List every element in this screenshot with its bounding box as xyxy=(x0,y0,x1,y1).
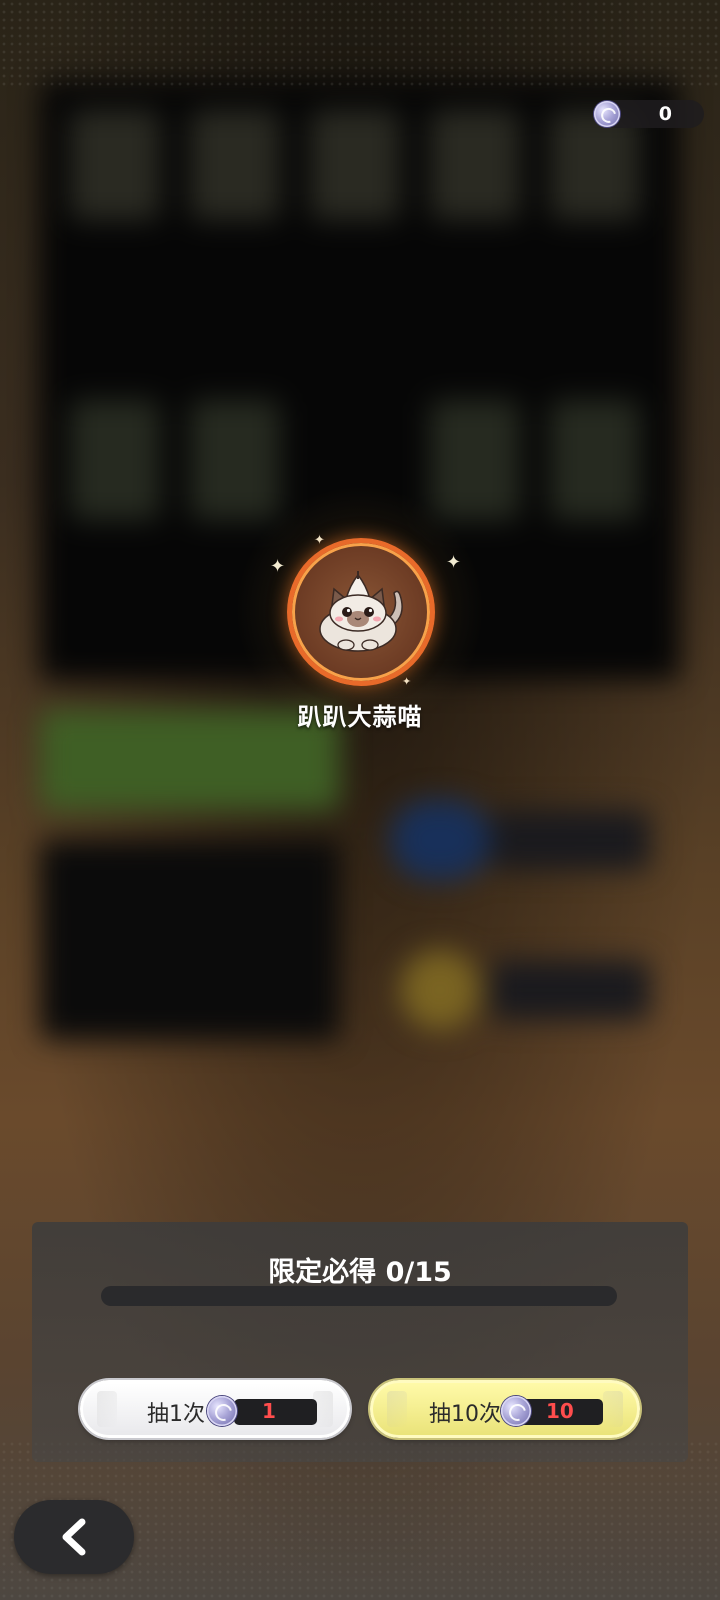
draw-ten-button[interactable]: 抽10次 10 xyxy=(370,1380,640,1438)
crystal-coin-icon xyxy=(207,1396,237,1426)
guarantee-progress-bar xyxy=(101,1286,617,1306)
reward-name: 趴趴大蒜喵 xyxy=(297,703,423,731)
draw-once-label: 抽1次 xyxy=(147,1402,205,1427)
draw-ten-label: 抽10次 xyxy=(429,1402,501,1427)
guarantee-label: 限定必得 0/15 xyxy=(268,1257,452,1288)
back-button[interactable] xyxy=(14,1500,134,1574)
draw-once-button[interactable]: 抽1次 1 xyxy=(80,1380,350,1438)
button-decoration xyxy=(97,1391,117,1427)
crystal-coin-icon xyxy=(501,1396,531,1426)
draw-once-cost: 1 xyxy=(234,1399,317,1425)
draw-ten-cost-value: 10 xyxy=(546,1399,574,1423)
crystal-coin-icon xyxy=(594,101,620,127)
sparkle-icon: ✦ xyxy=(270,556,286,577)
sparkle-icon: ✦ xyxy=(402,675,412,688)
reward-item xyxy=(287,538,435,686)
chevron-left-icon xyxy=(62,1518,86,1556)
currency-counter: 0 xyxy=(594,100,704,128)
sparkle-icon: ✦ xyxy=(446,552,462,573)
top-pattern xyxy=(0,0,720,90)
sparkle-icon: ✦ xyxy=(314,533,325,548)
button-decoration xyxy=(603,1391,623,1427)
garlic-cat-icon xyxy=(319,571,403,652)
button-decoration xyxy=(387,1391,407,1427)
draw-once-cost-value: 1 xyxy=(262,1399,276,1423)
currency-amount: 0 xyxy=(658,103,672,125)
